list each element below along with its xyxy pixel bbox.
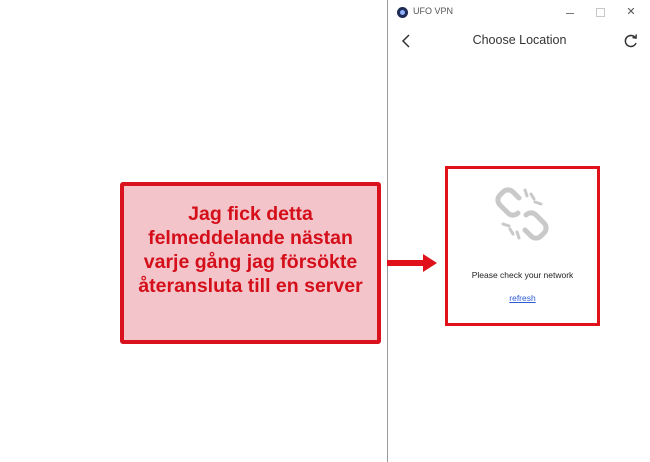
network-error-panel: Please check your network refresh bbox=[445, 166, 600, 326]
annotation-callout: Jag fick detta felmeddelande nästan varj… bbox=[120, 182, 381, 344]
broken-link-icon bbox=[495, 187, 549, 241]
refresh-link[interactable]: refresh bbox=[448, 293, 597, 303]
ufo-vpn-logo-icon bbox=[397, 7, 408, 18]
refresh-icon[interactable] bbox=[622, 32, 640, 50]
page-title: Choose Location bbox=[472, 33, 567, 47]
nav-bar: Choose Location bbox=[388, 26, 650, 56]
window-title: UFO VPN bbox=[413, 6, 454, 16]
close-button[interactable]: ✕ bbox=[623, 4, 639, 20]
minimize-button[interactable] bbox=[566, 13, 574, 14]
title-bar: UFO VPN ✕ bbox=[388, 0, 650, 24]
annotation-text: Jag fick detta felmeddelande nästan varj… bbox=[138, 203, 363, 297]
error-message: Please check your network bbox=[471, 270, 574, 280]
vpn-app-window: UFO VPN ✕ Choose Location Please check y… bbox=[387, 0, 650, 462]
maximize-button[interactable] bbox=[596, 8, 605, 17]
arrow-right-icon bbox=[387, 254, 437, 272]
